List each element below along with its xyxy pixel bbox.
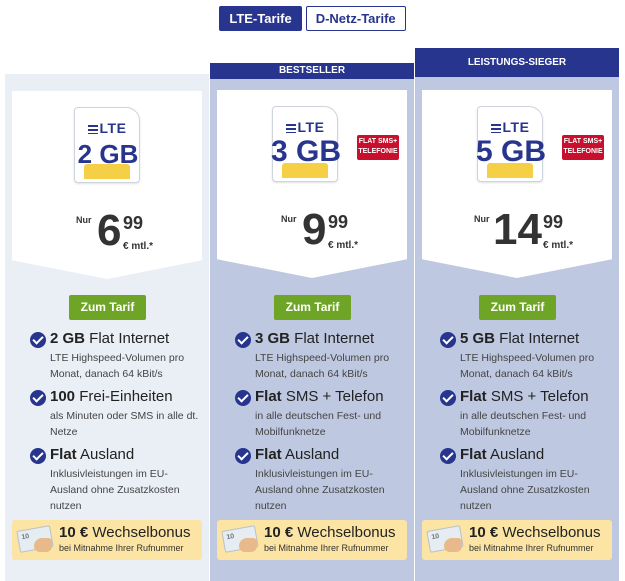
feature-description: in alle deutschen Fest- und Mobilfunknet… [460, 410, 587, 438]
price-suffix: € mtl.* [328, 240, 359, 251]
feature-title: Flat Internet [290, 330, 375, 347]
lte-logo-icon [285, 123, 296, 133]
feature-title: Flat Internet [85, 330, 170, 347]
sim-card-icon: LTE 3 GB [271, 106, 341, 182]
feature-title-bold: Flat [50, 446, 77, 463]
feature-description: LTE Highspeed-Volumen pro Monat, danach … [255, 352, 390, 380]
check-circle-icon [440, 448, 456, 464]
price-cents: 99 [123, 213, 144, 233]
wechselbonus-banner: 10 € Wechselbonus bei Mitnahme Ihrer Ruf… [12, 520, 202, 560]
tariff-card: LTE 2 GB Nur 6 99 € mtl.* [12, 91, 202, 279]
check-circle-icon [30, 332, 46, 348]
wechselbonus-banner: 10 € Wechselbonus bei Mitnahme Ihrer Ruf… [422, 520, 612, 560]
bonus-title: Wechselbonus [498, 524, 601, 541]
feature-description: Inklusivleistungen im EU-Ausland ohne Zu… [460, 468, 590, 512]
feature-title-bold: Flat [460, 446, 487, 463]
feature-title-bold: 100 [50, 388, 76, 405]
feature-title-bold: 2 GB [50, 330, 86, 347]
feature-description: LTE Highspeed-Volumen pro Monat, danach … [460, 352, 595, 380]
price-suffix: € mtl.* [543, 240, 574, 251]
feature-description: Inklusivleistungen im EU-Ausland ohne Zu… [255, 468, 385, 512]
tariff-column-5gb: LEISTUNGS-SIEGER LTE 5 GB FLAT SMS+ TELE… [415, 48, 619, 581]
hand-icon [34, 538, 52, 552]
hand-icon [444, 538, 462, 552]
feature-title-bold: Flat [255, 388, 282, 405]
flat-sms-telefonie-badge: FLAT SMS+ TELEFONIE [357, 135, 399, 160]
bonus-subtitle: bei Mitnahme Ihrer Rufnummer [59, 543, 184, 553]
check-circle-icon [30, 448, 46, 464]
feature-title-bold: Flat [255, 446, 282, 463]
lte-logo-icon [87, 124, 98, 134]
leistungs-sieger-ribbon: LEISTUNGS-SIEGER [415, 48, 619, 77]
price-block: Nur 9 99 € mtl.* [217, 205, 407, 258]
sim-brand: LTE [297, 119, 325, 135]
tariff-column-2gb: LTE 2 GB Nur 6 99 € mtl.* Zum Tarif 2 GB… [5, 74, 209, 581]
feature-title: SMS + Telefon [281, 388, 384, 405]
sim-chip-icon [84, 164, 130, 179]
price-euro: 14 [493, 205, 542, 254]
feature-description: LTE Highspeed-Volumen pro Monat, danach … [50, 352, 185, 380]
price-cents: 99 [328, 212, 349, 232]
feature-title: Ausland [76, 446, 135, 463]
tariff-column-3gb: BESTSELLER LTE 3 GB FLAT SMS+ TELEFONIE … [210, 63, 414, 581]
price-euro: 9 [302, 205, 327, 254]
zum-tarif-button[interactable]: Zum Tarif [274, 295, 351, 320]
tab-d-netz-tarife[interactable]: D-Netz-Tarife [305, 6, 406, 31]
feature-description: Inklusivleistungen im EU-Ausland ohne Zu… [50, 468, 180, 512]
bonus-title: Wechselbonus [88, 524, 191, 541]
sim-card-icon: LTE 2 GB [74, 107, 140, 183]
sim-brand: LTE [99, 120, 127, 136]
sim-brand: LTE [502, 119, 530, 135]
bonus-title: Wechselbonus [293, 524, 396, 541]
feature-title-bold: 5 GB [460, 330, 496, 347]
bestseller-ribbon: BESTSELLER [210, 63, 414, 79]
tab-lte-tarife[interactable]: LTE-Tarife [219, 6, 302, 31]
bonus-amount: 10 € [469, 524, 499, 541]
price-prefix: Nur [76, 215, 92, 225]
price-cents: 99 [543, 212, 564, 232]
feature-title-bold: Flat [460, 388, 487, 405]
price-prefix: Nur [474, 214, 490, 224]
check-circle-icon [235, 390, 251, 406]
feature-title: Ausland [486, 446, 545, 463]
sim-chip-icon [282, 163, 328, 178]
tariff-comparison-page: LTE-Tarife D-Netz-Tarife LTE 2 GB Nur 6 … [0, 0, 625, 581]
sim-card-icon: LTE 5 GB [476, 106, 546, 182]
check-circle-icon [440, 332, 456, 348]
bonus-amount: 10 € [264, 524, 294, 541]
feature-title: Frei-Einheiten [75, 388, 173, 405]
price-euro: 6 [97, 206, 122, 255]
tariff-tabs: LTE-Tarife D-Netz-Tarife [0, 6, 625, 31]
bonus-subtitle: bei Mitnahme Ihrer Rufnummer [469, 543, 594, 553]
feature-description: in alle deutschen Fest- und Mobilfunknet… [255, 410, 382, 438]
zum-tarif-button[interactable]: Zum Tarif [69, 295, 146, 320]
tariff-card: LTE 5 GB FLAT SMS+ TELEFONIE Nur 14 99 €… [422, 90, 612, 278]
tariff-card: LTE 3 GB FLAT SMS+ TELEFONIE Nur 9 99 € … [217, 90, 407, 278]
sim-chip-icon [487, 163, 533, 178]
check-circle-icon [235, 448, 251, 464]
feature-title: Flat Internet [495, 330, 580, 347]
check-circle-icon [440, 390, 456, 406]
zum-tarif-button[interactable]: Zum Tarif [479, 295, 556, 320]
feature-title: Ausland [281, 446, 340, 463]
flat-sms-telefonie-badge: FLAT SMS+ TELEFONIE [562, 135, 604, 160]
feature-description: als Minuten oder SMS in alle dt. Netze [50, 410, 199, 438]
bonus-subtitle: bei Mitnahme Ihrer Rufnummer [264, 543, 389, 553]
feature-title: SMS + Telefon [486, 388, 589, 405]
check-circle-icon [30, 390, 46, 406]
check-circle-icon [235, 332, 251, 348]
bonus-amount: 10 € [59, 524, 89, 541]
hand-icon [239, 538, 257, 552]
feature-title-bold: 3 GB [255, 330, 291, 347]
price-suffix: € mtl.* [123, 241, 154, 252]
price-block: Nur 6 99 € mtl.* [12, 206, 202, 259]
wechselbonus-banner: 10 € Wechselbonus bei Mitnahme Ihrer Ruf… [217, 520, 407, 560]
price-block: Nur 14 99 € mtl.* [422, 205, 612, 258]
lte-logo-icon [490, 123, 501, 133]
price-prefix: Nur [281, 214, 297, 224]
